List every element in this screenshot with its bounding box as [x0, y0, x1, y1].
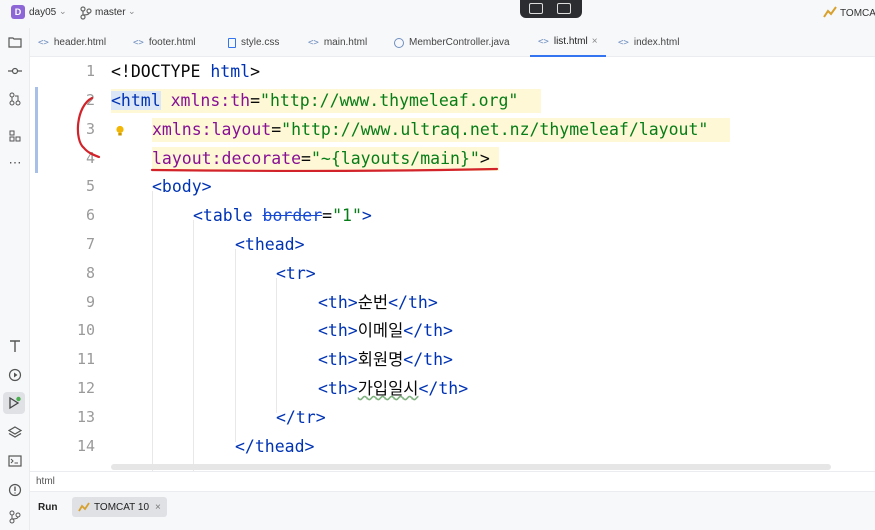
css-file-icon: [228, 37, 236, 48]
html-file-icon: <>: [538, 36, 549, 47]
line-number: 1: [85, 62, 95, 80]
tab-list-html[interactable]: <> list.html ×: [530, 28, 606, 57]
title-bar: D day05 ⌄ master ⌄ TOMCAT: [0, 0, 875, 28]
html-file-icon: <>: [308, 37, 319, 48]
screen-tools: [520, 0, 582, 18]
indent-guide: [235, 249, 236, 442]
line-number: 12: [76, 379, 95, 397]
run-panel-label: Run: [38, 502, 58, 513]
close-icon[interactable]: ×: [155, 502, 161, 513]
code-line-9: <th>순번</th>: [318, 293, 438, 312]
chevron-down-icon[interactable]: ⌄: [59, 6, 67, 17]
commit-icon[interactable]: [7, 63, 23, 79]
line-number: 4: [85, 149, 95, 167]
line-number: 10: [76, 321, 95, 339]
code-line-3: xmlns:layout="http://www.ultraq.net.nz/t…: [152, 118, 730, 142]
line-number: 6: [85, 206, 95, 224]
lightbulb-icon[interactable]: [115, 125, 125, 137]
pull-requests-icon[interactable]: [7, 91, 23, 107]
folder-icon[interactable]: [7, 34, 23, 50]
tab-label: style.css: [241, 37, 280, 48]
structure-icon[interactable]: [7, 128, 23, 144]
tab-label: list.html: [553, 36, 588, 47]
line-number: 14: [76, 437, 95, 455]
indent-guide: [276, 278, 277, 413]
line-number: 9: [85, 293, 95, 311]
java-class-icon: [394, 37, 404, 48]
indent-guide: [193, 220, 194, 471]
services-icon[interactable]: [7, 367, 23, 383]
indent-guide: [152, 191, 153, 471]
breadcrumb[interactable]: html: [30, 471, 875, 491]
tab-header-html[interactable]: <> header.html: [38, 28, 106, 57]
more-icon[interactable]: ⋯: [7, 155, 23, 171]
project-name[interactable]: day05: [29, 7, 56, 18]
change-marker: [35, 87, 38, 173]
line-number: 3: [85, 120, 95, 138]
html-file-icon: <>: [133, 37, 144, 48]
run-panel: Run TOMCAT 10 ×: [30, 491, 875, 530]
code-line-6: <table border="1">: [193, 206, 372, 225]
tab-label: header.html: [53, 37, 107, 48]
tab-footer-html[interactable]: <> footer.html: [133, 28, 196, 57]
tab-label: MemberController.java: [409, 37, 510, 48]
line-number: 13: [76, 408, 95, 426]
screenshot-icon[interactable]: [529, 3, 543, 14]
tab-label: footer.html: [148, 37, 196, 48]
code-line-13: </tr>: [276, 408, 326, 427]
html-file-icon: <>: [38, 37, 49, 48]
code-line-5: <body>: [152, 177, 212, 196]
line-number: 11: [76, 350, 95, 368]
line-number: 5: [85, 177, 95, 195]
code-line-8: <tr>: [276, 264, 316, 283]
code-line-1: <!DOCTYPE html>: [111, 62, 261, 81]
tomcat-icon[interactable]: [823, 5, 837, 19]
code-line-11: <th>회원명</th>: [318, 350, 453, 369]
text-tool-icon[interactable]: [7, 338, 23, 354]
chevron-down-icon[interactable]: ⌄: [128, 6, 136, 17]
code-line-14: </thead>: [235, 437, 315, 456]
screen-record-icon[interactable]: [557, 3, 571, 14]
run-config-selector[interactable]: TOMCAT: [840, 8, 875, 19]
tab-label: main.html: [323, 37, 368, 48]
tab-member-controller[interactable]: MemberController.java: [394, 28, 510, 57]
code-line-4: layout:decorate="~{layouts/main}">: [152, 147, 499, 171]
tab-index-html[interactable]: <> index.html: [618, 28, 679, 57]
line-number: 8: [85, 264, 95, 282]
branch-name[interactable]: master: [95, 7, 126, 18]
code-line-10: <th>이메일</th>: [318, 321, 453, 340]
editor-tabs: <> header.html <> footer.html style.css …: [30, 28, 875, 57]
line-number: 7: [85, 235, 95, 253]
code-line-12: <th>가입일시</th>: [318, 379, 469, 398]
close-icon[interactable]: ×: [592, 36, 598, 47]
tomcat-icon: [78, 502, 90, 512]
line-number: 2: [85, 91, 95, 109]
problems-icon[interactable]: [7, 482, 23, 498]
project-badge[interactable]: D: [11, 5, 25, 19]
layers-icon[interactable]: [7, 425, 23, 441]
run-icon[interactable]: [3, 392, 25, 414]
run-tab-label: TOMCAT 10: [94, 501, 150, 513]
html-file-icon: <>: [618, 37, 629, 48]
git-branch-icon[interactable]: [80, 6, 92, 20]
run-tab-tomcat[interactable]: TOMCAT 10 ×: [72, 497, 167, 517]
code-line-7: <thead>: [235, 235, 305, 254]
code-editor[interactable]: 1 2 3 4 5 6 7 8 9 10 11 12 13 14 <!DOCTY…: [30, 57, 875, 471]
terminal-icon[interactable]: [7, 453, 23, 469]
tab-style-css[interactable]: style.css: [228, 28, 279, 57]
left-tool-strip: ⋯: [0, 28, 30, 530]
git-icon[interactable]: [7, 509, 23, 525]
tab-label: index.html: [633, 37, 680, 48]
code-line-2: <html xmlns:th="http://www.thymeleaf.org…: [111, 89, 541, 113]
horizontal-scrollbar[interactable]: [111, 464, 831, 470]
tab-main-html[interactable]: <> main.html: [308, 28, 367, 57]
